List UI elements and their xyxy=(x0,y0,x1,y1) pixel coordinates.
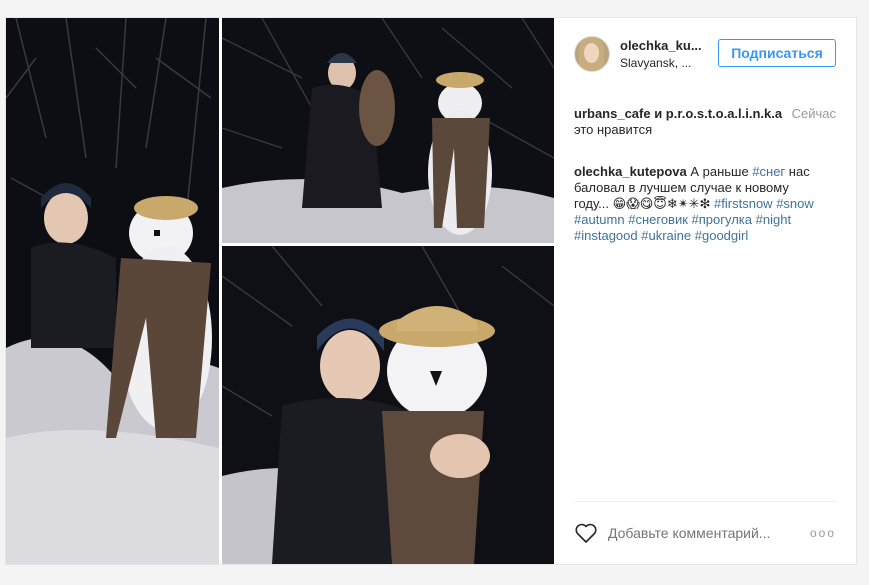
heart-icon[interactable] xyxy=(574,522,598,544)
hashtag-link[interactable]: #night xyxy=(756,212,791,227)
hashtag-link[interactable]: #instagood xyxy=(574,228,638,243)
hashtag-link[interactable]: #снеговик xyxy=(628,212,688,227)
comment-input[interactable] xyxy=(606,524,810,542)
username-link[interactable]: olechka_ku... xyxy=(620,38,720,53)
location-link[interactable]: Slavyansk, ... xyxy=(620,56,720,70)
caption-text-1: А раньше xyxy=(686,164,753,179)
likes-row: urbans_cafe и p.r.o.s.t.o.a.l.i.n.k.a Се… xyxy=(574,106,836,138)
avatar-face xyxy=(584,43,599,63)
hashtag-link[interactable]: #goodgirl xyxy=(695,228,749,243)
photo-tile-top-right xyxy=(222,18,554,243)
hashtag-link[interactable]: #snow xyxy=(776,196,814,211)
caption-author[interactable]: olechka_kutepova xyxy=(574,164,687,179)
hashtag-link[interactable]: #ukraine xyxy=(641,228,691,243)
photo-tile-left xyxy=(6,18,219,564)
more-options-icon[interactable]: ooo xyxy=(810,526,836,540)
follow-button[interactable]: Подписаться xyxy=(718,39,836,67)
post-caption: olechka_kutepova А раньше #снег нас бало… xyxy=(574,164,820,244)
likers-names[interactable]: urbans_cafe и p.r.o.s.t.o.a.l.i.n.k.a xyxy=(574,106,782,121)
hashtag-link[interactable]: #прогулка xyxy=(692,212,752,227)
post-timestamp: Сейчас xyxy=(791,106,836,121)
caption-emoji: 😁😱😋😇❄✴✳❇ xyxy=(612,196,711,211)
hashtag-link[interactable]: #autumn xyxy=(574,212,625,227)
user-meta: olechka_ku... Slavyansk, ... xyxy=(620,38,720,70)
avatar[interactable] xyxy=(574,36,610,72)
instagram-post: olechka_ku... Slavyansk, ... Подписаться… xyxy=(5,17,857,565)
post-sidebar: olechka_ku... Slavyansk, ... Подписаться… xyxy=(554,18,856,564)
post-photo-collage[interactable] xyxy=(6,18,554,564)
hashtag-link[interactable]: #снег xyxy=(752,164,785,179)
post-header: olechka_ku... Slavyansk, ... Подписаться xyxy=(574,18,836,90)
hashtag-link[interactable]: #firstsnow xyxy=(714,196,773,211)
likes-suffix: это нравится xyxy=(574,122,653,137)
photo-tile-bottom-right xyxy=(222,246,554,564)
comment-bar: ooo xyxy=(574,501,836,564)
